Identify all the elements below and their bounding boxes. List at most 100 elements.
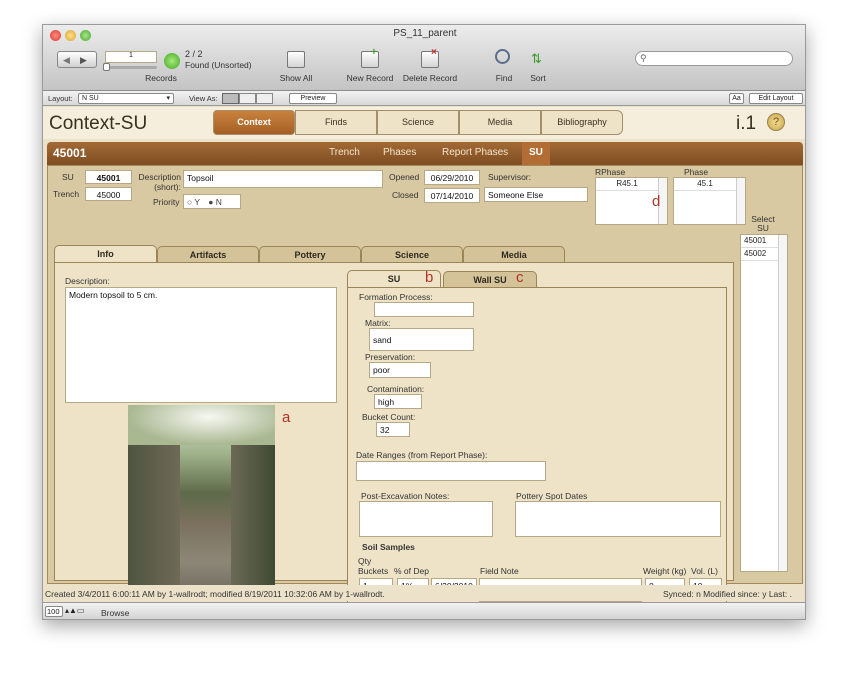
slider-thumb-icon[interactable] [103, 63, 110, 71]
description-short-field[interactable]: Topsoil [183, 170, 383, 188]
priority-radio-group[interactable]: ○ Y ● N [183, 194, 241, 209]
delete-record-icon[interactable]: × [421, 47, 439, 68]
find-magnifier-icon[interactable] [495, 49, 510, 64]
description-field[interactable]: Modern topsoil to 5 cm. [65, 287, 337, 403]
select-su-list[interactable]: 45001 45002 [740, 234, 788, 572]
sort-button[interactable]: Sort [525, 73, 551, 83]
rphase-label: RPhase [595, 167, 626, 177]
post-excavation-label: Post-Excavation Notes: [361, 491, 450, 501]
view-form-icon[interactable] [222, 93, 239, 104]
edit-layout-button[interactable]: Edit Layout [749, 93, 803, 104]
view-list-icon[interactable] [239, 93, 256, 104]
rphase-item[interactable]: R45.1 [596, 178, 667, 191]
layout-bar: Layout: N SU ▾ View As: Preview Aa Edit L… [43, 91, 805, 106]
text-formatting-button[interactable]: Aa [729, 93, 744, 104]
phase-scrollbar[interactable] [736, 178, 745, 224]
annotation-c: c [516, 269, 524, 286]
find-button[interactable]: Find [489, 73, 519, 83]
info-panel: Description: Modern topsoil to 5 cm. a S… [54, 262, 734, 603]
bottom-bar: 100 ▴▲▭ Browse [43, 602, 805, 619]
supervisor-field[interactable]: Someone Else [484, 187, 588, 202]
title-toolbar: PS_11_parent ◀ ▶ 1 2 / 2 Found (Unsorted… [43, 25, 805, 91]
trench-field[interactable]: 45000 [85, 187, 132, 201]
description-short-label: Description (short): [138, 172, 181, 192]
record-slider[interactable] [105, 66, 157, 69]
record-nav-arrows[interactable]: ◀ ▶ [57, 51, 97, 68]
new-record-button[interactable]: New Record [341, 73, 399, 83]
tab-finds[interactable]: Finds [295, 110, 377, 135]
filemaker-window: PS_11_parent ◀ ▶ 1 2 / 2 Found (Unsorted… [42, 24, 806, 620]
field-note-label: Field Note [480, 566, 519, 576]
vol-label: Vol. (L) [691, 566, 718, 576]
date-ranges-field[interactable] [356, 461, 546, 481]
subtab-report-phases[interactable]: Report Phases [442, 147, 508, 158]
weight-label: Weight (kg) [643, 566, 687, 576]
pct-dep-label: % of Dep [394, 566, 429, 576]
sort-icon[interactable]: ⇅ [531, 51, 545, 67]
bucket-count-field[interactable]: 32 [376, 422, 410, 437]
tab-pottery[interactable]: Pottery [259, 246, 361, 263]
subtab-su[interactable]: SU [522, 142, 550, 165]
show-all-button[interactable]: Show All [271, 73, 321, 83]
found-status-icon [164, 53, 180, 69]
preservation-label: Preservation: [365, 352, 416, 362]
record-count: 2 / 2 [185, 49, 203, 59]
annotation-d: d [652, 193, 661, 210]
pottery-spot-label: Pottery Spot Dates [516, 491, 588, 501]
select-su-label: Select SU [751, 214, 775, 233]
layout-select[interactable]: N SU ▾ [78, 93, 174, 104]
phase-item[interactable]: 45.1 [674, 178, 745, 191]
delete-record-button[interactable]: Delete Record [398, 73, 462, 83]
pottery-spot-field[interactable] [515, 501, 721, 537]
search-icon: ⚲ [640, 53, 647, 63]
tab-science[interactable]: Science [377, 110, 459, 135]
tab-bibliography[interactable]: Bibliography [541, 110, 623, 135]
annotation-a: a [282, 409, 291, 426]
site-photo[interactable] [128, 405, 275, 601]
next-record-icon[interactable]: ▶ [80, 55, 87, 66]
quick-find-field[interactable]: ⚲ [635, 51, 793, 66]
help-icon[interactable]: ? [767, 113, 785, 131]
record-header-bar: 45001 Trench Phases Report Phases SU [47, 142, 803, 165]
formation-field[interactable] [374, 302, 474, 317]
prev-record-icon[interactable]: ◀ [63, 55, 70, 66]
matrix-field[interactable]: sand [369, 328, 474, 351]
opened-field[interactable]: 06/29/2010 [424, 170, 480, 185]
priority-label: Priority [153, 197, 180, 207]
matrix-label: Matrix: [365, 318, 391, 328]
show-all-icon[interactable] [287, 51, 305, 68]
view-table-icon[interactable] [256, 93, 273, 104]
tab-media[interactable]: Media [459, 110, 541, 135]
tab-info[interactable]: Info [54, 245, 157, 263]
closed-field[interactable]: 07/14/2010 [424, 188, 480, 203]
version-label: i.1 [736, 113, 757, 134]
subtab-trench[interactable]: Trench [329, 147, 360, 158]
formation-label: Formation Process: [359, 292, 433, 302]
su-field[interactable]: 45001 [85, 170, 132, 184]
window-title: PS_11_parent [393, 28, 457, 39]
priority-n-label: N [215, 197, 222, 207]
subtab-phases[interactable]: Phases [383, 147, 416, 158]
priority-n-radio[interactable]: ● [208, 197, 216, 207]
date-ranges-label: Date Ranges (from Report Phase): [356, 450, 488, 460]
trench-label: Trench [53, 189, 80, 199]
preservation-field[interactable]: poor [369, 362, 431, 378]
phase-list[interactable]: 45.1 [673, 177, 746, 225]
contamination-field[interactable]: high [374, 394, 422, 409]
post-excavation-field[interactable] [359, 501, 493, 537]
tab-artifacts[interactable]: Artifacts [157, 246, 259, 263]
tab-science-form[interactable]: Science [361, 246, 463, 263]
select-su-scrollbar[interactable] [778, 235, 787, 571]
zoom-level[interactable]: 100 [45, 606, 63, 617]
record-id: 45001 [53, 146, 87, 160]
new-record-icon[interactable]: + [361, 47, 379, 68]
tab-media-form[interactable]: Media [463, 246, 565, 263]
record-number-field[interactable]: 1 [105, 51, 157, 63]
preview-button[interactable]: Preview [289, 93, 337, 104]
records-label: Records [145, 73, 177, 83]
su-label: SU [62, 172, 74, 182]
zoom-controls-icon[interactable]: ▴▲▭ [65, 606, 85, 615]
page-title: Context-SU [49, 113, 148, 134]
priority-y-label: Y [194, 197, 200, 207]
tab-context[interactable]: Context [213, 110, 295, 135]
